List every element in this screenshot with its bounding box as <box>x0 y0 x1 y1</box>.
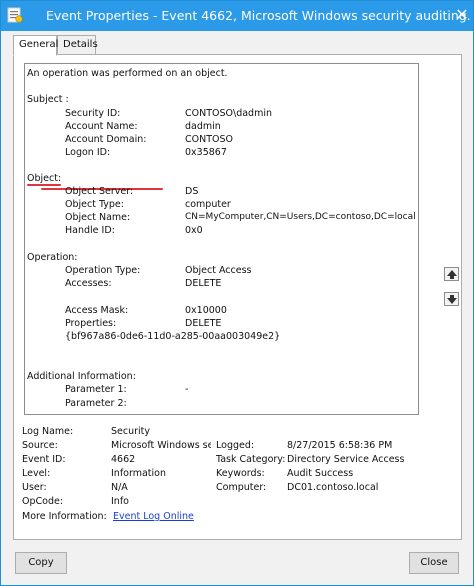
window-title: Event Properties - Event 4662, Microsoft… <box>46 8 471 23</box>
logged-label: Logged: <box>216 440 255 451</box>
object-value: computer <box>185 199 231 210</box>
parameter-value: - <box>185 384 189 395</box>
operation-label: Operation Type: <box>65 265 141 276</box>
subject-value: CONTOSO <box>185 134 234 145</box>
arrow-down-icon <box>447 295 457 304</box>
subject-value: 0x35867 <box>185 147 227 158</box>
operation-value: Object Access <box>185 265 252 276</box>
subject-heading: Subject : <box>27 94 69 105</box>
computer-value: DC01.contoso.local <box>287 482 379 493</box>
object-label: Object Type: <box>65 199 124 210</box>
user-label: User: <box>22 482 47 493</box>
subject-label: Security ID: <box>65 108 121 119</box>
subject-value: dadmin <box>185 121 221 132</box>
keywords-value: Audit Success <box>287 468 354 479</box>
subject-label: Account Domain: <box>65 134 147 145</box>
operation-value: DELETE <box>185 278 222 289</box>
subject-value: CONTOSO\dadmin <box>185 108 273 119</box>
general-tab-panel: An operation was performed on an object.… <box>13 54 462 540</box>
parameter-label: Parameter 1: <box>65 384 127 395</box>
opcode-label: OpCode: <box>22 496 64 507</box>
opcode-value: Info <box>111 496 129 507</box>
task-category-label: Task Category: <box>216 454 286 465</box>
close-icon[interactable]: ✕ <box>453 5 471 25</box>
log-name-label: Log Name: <box>22 426 74 437</box>
event-id-value: 4662 <box>111 454 136 465</box>
task-category-value: Directory Service Access <box>287 454 405 465</box>
operation-heading: Operation: <box>27 252 78 263</box>
title-bar[interactable]: Event Properties - Event 4662, Microsoft… <box>1 1 473 31</box>
keywords-label: Keywords: <box>216 468 265 479</box>
additional-info-heading: Additional Information: <box>27 371 136 382</box>
event-viewer-icon <box>7 7 23 23</box>
logged-value: 8/27/2015 6:58:36 PM <box>287 440 393 451</box>
event-log-online-link[interactable]: Event Log Online <box>113 511 194 522</box>
arrow-up-icon <box>447 270 457 279</box>
description-intro: An operation was performed on an object. <box>27 68 228 79</box>
close-button[interactable]: Close <box>409 552 459 574</box>
object-value: DS <box>185 186 199 197</box>
event-properties-window: Event Properties - Event 4662, Microsoft… <box>0 0 474 586</box>
event-id-label: Event ID: <box>22 454 66 465</box>
previous-event-button[interactable] <box>444 267 459 281</box>
object-label: Handle ID: <box>65 225 115 236</box>
level-value: Information <box>111 468 166 479</box>
parameter-label: Parameter 2: <box>65 398 127 409</box>
object-label: Object Server: <box>65 186 134 197</box>
object-value: CN=MyComputer,CN=Users,DC=contoso,DC=loc… <box>185 212 416 222</box>
source-label: Source: <box>22 440 58 451</box>
operation-label: Access Mask: <box>65 305 129 316</box>
operation-label: Properties: <box>65 318 117 329</box>
annotation-underline <box>27 184 61 186</box>
operation-label: Accesses: <box>65 278 112 289</box>
properties-guid: {bf967a86-0de6-11d0-a285-00aa003049e2} <box>65 331 281 342</box>
computer-label: Computer: <box>216 482 267 493</box>
tab-general[interactable]: General <box>13 35 58 56</box>
operation-value: 0x10000 <box>185 305 227 316</box>
next-event-button[interactable] <box>444 292 459 306</box>
copy-button[interactable]: Copy <box>15 552 67 574</box>
subject-label: Account Name: <box>65 121 138 132</box>
source-value: Microsoft Windows sec <box>111 440 211 451</box>
log-name-value: Security <box>111 426 151 437</box>
event-description-box[interactable]: An operation was performed on an object.… <box>24 63 419 415</box>
object-heading: Object: <box>27 173 62 184</box>
object-label: Object Name: <box>65 212 131 223</box>
tab-details[interactable]: Details <box>57 35 98 55</box>
level-label: Level: <box>22 468 51 479</box>
object-value: 0x0 <box>185 225 203 236</box>
operation-value: DELETE <box>185 318 222 329</box>
subject-label: Logon ID: <box>65 147 111 158</box>
more-information-label: More Information: <box>22 511 107 522</box>
user-value: N/A <box>111 482 128 493</box>
